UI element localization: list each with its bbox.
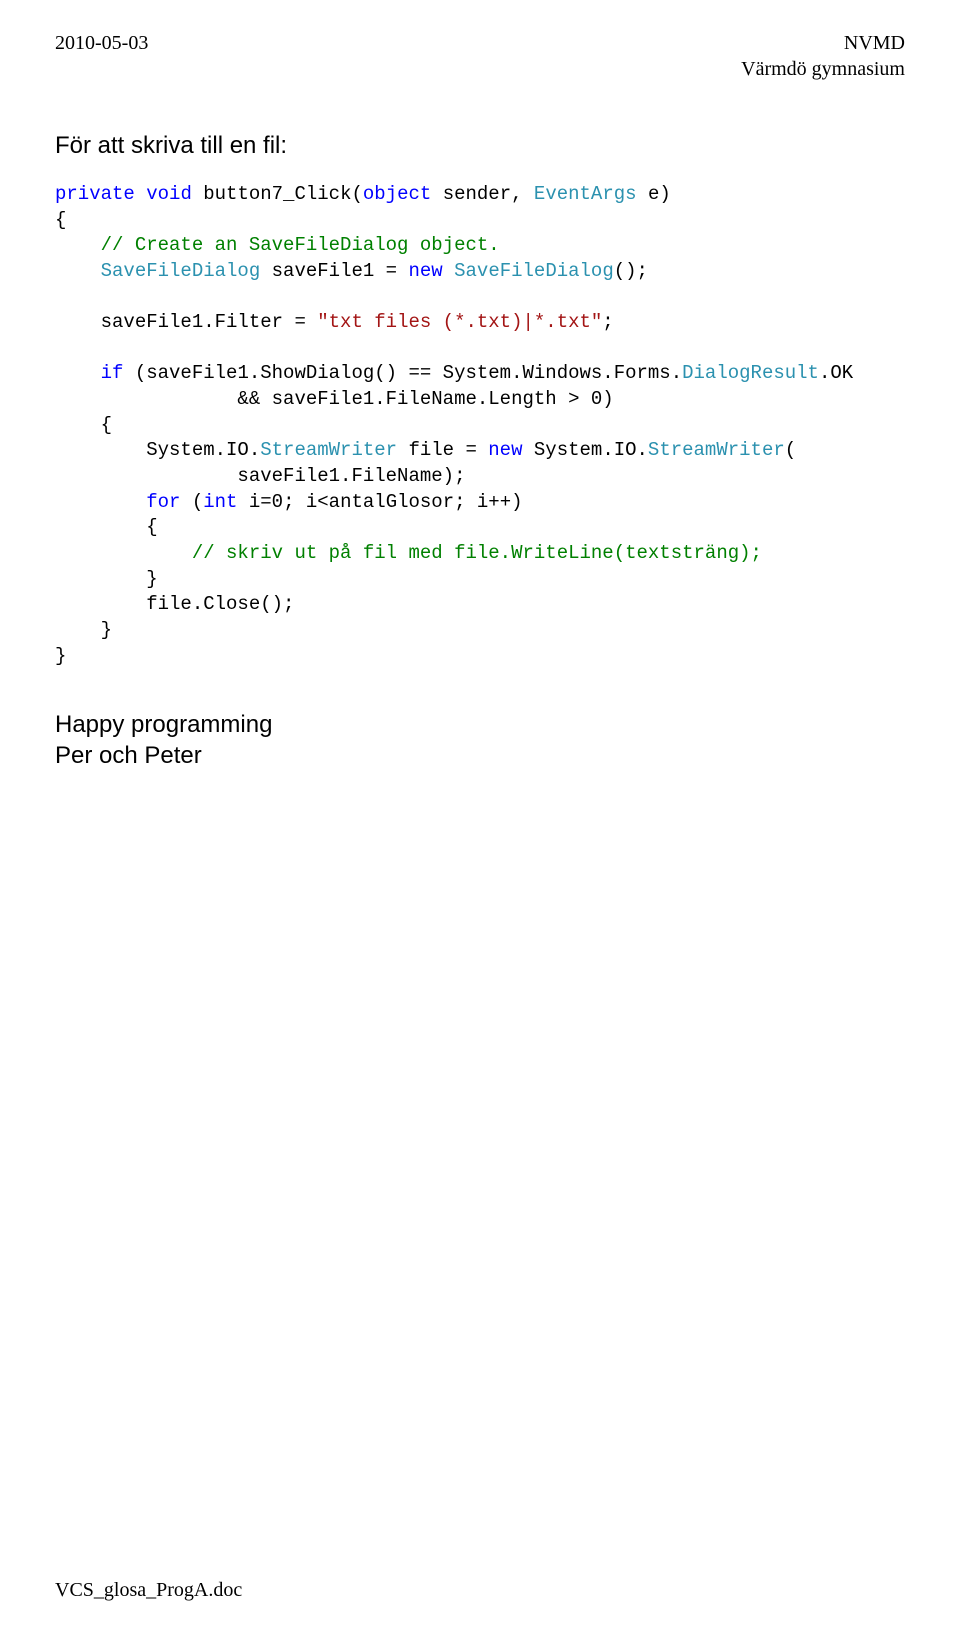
code-text — [55, 542, 192, 564]
page-header: 2010-05-03 NVMD Värmdö gymnasium — [55, 30, 905, 82]
kw-if: if — [101, 362, 124, 384]
code-text: ; — [602, 311, 613, 333]
code-text: && saveFile1.FileName.Length > 0) — [55, 388, 614, 410]
closing-line2: Per och Peter — [55, 740, 905, 771]
kw-new: new — [488, 439, 522, 461]
code-text: } — [55, 568, 158, 590]
code-block: private void button7_Click(object sender… — [55, 182, 905, 669]
code-text: i=0; i<antalGlosor; i++) — [237, 491, 522, 513]
code-text — [443, 260, 454, 282]
page: 2010-05-03 NVMD Värmdö gymnasium För att… — [0, 0, 960, 1630]
kw-private: private — [55, 183, 135, 205]
closing: Happy programming Per och Peter — [55, 709, 905, 771]
code-text: saveFile1.Filter = — [55, 311, 317, 333]
header-org2: Värmdö gymnasium — [741, 56, 905, 82]
kw-object: object — [363, 183, 431, 205]
code-text: saveFile1 = — [260, 260, 408, 282]
code-text — [135, 183, 146, 205]
code-text — [55, 362, 101, 384]
code-text: saveFile1.FileName); — [55, 465, 465, 487]
type-savefiledialog: SaveFileDialog — [101, 260, 261, 282]
code-text: ( — [180, 491, 203, 513]
code-text: { — [55, 516, 158, 538]
section-heading: För att skriva till en fil: — [55, 132, 905, 160]
code-text: (); — [614, 260, 648, 282]
code-text — [55, 286, 66, 308]
type-streamwriter: StreamWriter — [648, 439, 785, 461]
type-streamwriter: StreamWriter — [260, 439, 397, 461]
code-text: file.Close(); — [55, 593, 294, 615]
code-text: System.IO. — [523, 439, 648, 461]
code-text: { — [55, 209, 66, 231]
page-footer: VCS_glosa_ProgA.doc — [55, 1579, 242, 1602]
code-text: file = — [397, 439, 488, 461]
comment: // Create an SaveFileDialog object. — [101, 234, 500, 256]
code-text: System.IO. — [55, 439, 260, 461]
type-savefiledialog: SaveFileDialog — [454, 260, 614, 282]
code-text — [55, 260, 101, 282]
code-text — [55, 491, 146, 513]
comment: // skriv ut på fil med file.WriteLine(te… — [192, 542, 762, 564]
code-text: { — [55, 414, 112, 436]
code-text: ( — [785, 439, 796, 461]
type-dialogresult: DialogResult — [682, 362, 819, 384]
code-text: button7_Click( — [192, 183, 363, 205]
code-text: (saveFile1.ShowDialog() == System.Window… — [123, 362, 682, 384]
type-eventargs: EventArgs — [534, 183, 637, 205]
header-org1: NVMD — [741, 30, 905, 56]
string-literal: "txt files (*.txt)|*.txt" — [317, 311, 602, 333]
code-text: e) — [637, 183, 671, 205]
code-text: } — [55, 645, 66, 667]
code-text — [55, 337, 66, 359]
kw-void: void — [146, 183, 192, 205]
code-text — [55, 234, 101, 256]
header-right: NVMD Värmdö gymnasium — [741, 30, 905, 82]
code-text: } — [55, 619, 112, 641]
kw-for: for — [146, 491, 180, 513]
code-text: .OK — [819, 362, 853, 384]
closing-line1: Happy programming — [55, 709, 905, 740]
code-text: sender, — [431, 183, 534, 205]
kw-new: new — [408, 260, 442, 282]
header-date: 2010-05-03 — [55, 30, 148, 82]
kw-int: int — [203, 491, 237, 513]
